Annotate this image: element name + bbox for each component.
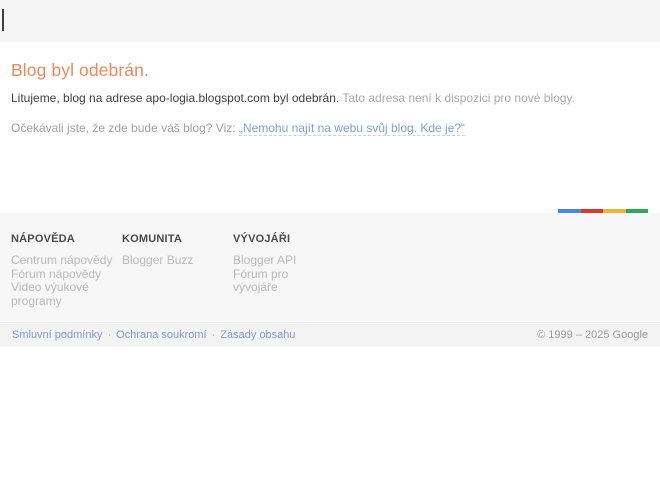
copyright-notice: © 1999 – 2025 Google (537, 329, 648, 341)
cant-find-blog-link[interactable]: „Nemohu najít na webu svůj blog. Kde je?… (239, 121, 465, 136)
terms-of-service-link[interactable]: Smluvní podmínky (12, 329, 102, 341)
top-strip (0, 0, 660, 42)
blogger-api-link[interactable]: Blogger API (233, 254, 335, 268)
main-content: Blog byl odebrán. Litujeme, blog na adre… (0, 42, 660, 213)
footer-links-community: Blogger Buzz (122, 254, 224, 268)
footer-links-help: Centrum nápovědy Fórum nápovědy Video vý… (11, 254, 113, 308)
footer-heading-help: NÁPOVĚDA (11, 233, 116, 245)
footer-column-developers: VÝVOJÁŘI Blogger API Fórum pro vývojáře (233, 233, 344, 308)
content-policy-link[interactable]: Zásady obsahu (220, 329, 295, 341)
footer-column-help: NÁPOVĚDA Centrum nápovědy Fórum nápovědy… (11, 233, 122, 308)
help-center-link[interactable]: Centrum nápovědy (11, 254, 113, 268)
video-tutorials-link[interactable]: Video výukové programy (11, 281, 113, 308)
expected-blog-message: Očekávali jste, že zde bude váš blog? Vi… (11, 121, 465, 135)
developer-forum-link[interactable]: Fórum pro vývojáře (233, 268, 335, 295)
text-caret (2, 9, 4, 31)
footer-heading-developers: VÝVOJÁŘI (233, 233, 338, 245)
legal-links: Smluvní podmínky · Ochrana soukromí · Zá… (12, 329, 296, 341)
removed-message-light: Tato adresa není k dispozici pro nové bl… (339, 91, 575, 105)
footer-column-community: KOMUNITA Blogger Buzz (122, 233, 233, 308)
page-title: Blog byl odebrán. (11, 60, 149, 81)
removed-message: Litujeme, blog na adrese apo-logia.blogs… (11, 91, 575, 105)
legal-separator: · (212, 329, 216, 341)
blogger-buzz-link[interactable]: Blogger Buzz (122, 254, 224, 268)
help-forum-link[interactable]: Fórum nápovědy (11, 268, 113, 282)
footer-links-developers: Blogger API Fórum pro vývojáře (233, 254, 335, 295)
footer: NÁPOVĚDA Centrum nápovědy Fórum nápovědy… (0, 213, 660, 347)
footer-columns: NÁPOVĚDA Centrum nápovědy Fórum nápovědy… (11, 233, 344, 308)
footer-heading-community: KOMUNITA (122, 233, 227, 245)
legal-separator: · (107, 329, 111, 341)
privacy-link[interactable]: Ochrana soukromí (116, 329, 206, 341)
removed-message-dark: Litujeme, blog na adrese apo-logia.blogs… (11, 91, 339, 105)
expected-blog-prefix: Očekávali jste, že zde bude váš blog? Vi… (11, 121, 239, 135)
legal-strip: Smluvní podmínky · Ochrana soukromí · Zá… (0, 322, 660, 347)
